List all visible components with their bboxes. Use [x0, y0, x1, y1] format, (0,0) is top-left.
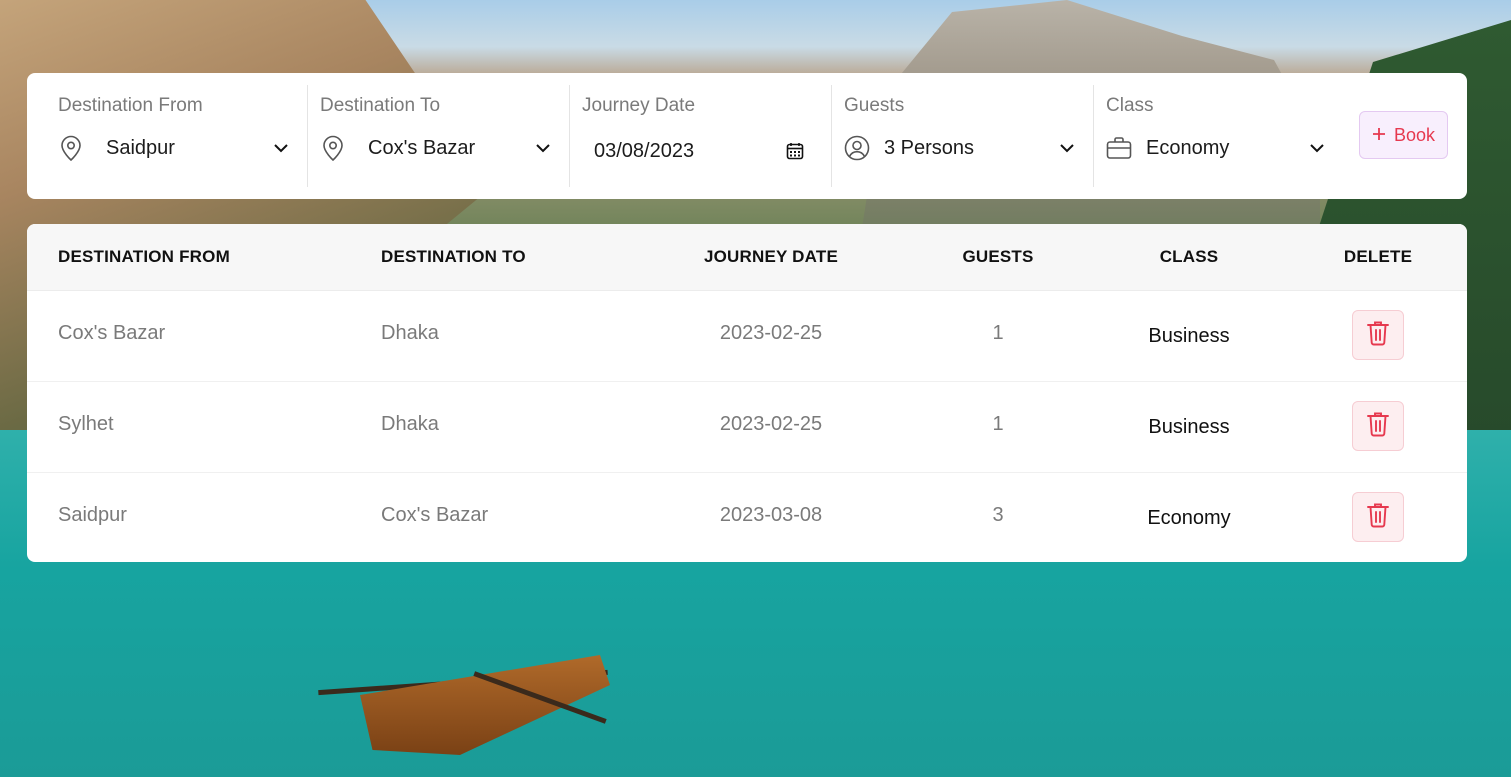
header-delete: DELETE	[1343, 247, 1413, 266]
cell-guests: 1	[992, 413, 1004, 435]
destination-from-select[interactable]: Saidpur	[106, 137, 271, 160]
header-guests: GUESTS	[962, 247, 1034, 266]
cell-from: Cox's Bazar	[58, 322, 166, 344]
destination-from-field[interactable]: Destination From Saidpur	[46, 85, 308, 187]
cell-date: 2023-03-08	[719, 504, 823, 526]
cell-class: Business	[1148, 416, 1230, 438]
cell-date: 2023-02-25	[719, 413, 823, 435]
destination-to-select[interactable]: Cox's Bazar	[368, 137, 533, 160]
cell-guests: 1	[992, 322, 1004, 344]
destination-from-label: Destination From	[58, 95, 203, 116]
cell-to: Cox's Bazar	[381, 504, 489, 526]
trash-icon	[1367, 411, 1389, 442]
cell-from: Saidpur	[58, 504, 127, 526]
header-destination-from: DESTINATION FROM	[58, 247, 230, 266]
journey-date-label: Journey Date	[582, 95, 696, 116]
table-row: Sylhet Dhaka 2023-02-25 1 Business	[27, 382, 1467, 473]
chevron-down-icon[interactable]	[271, 138, 291, 158]
destination-to-label: Destination To	[320, 95, 441, 116]
book-button[interactable]: Book	[1359, 111, 1448, 159]
cell-to: Dhaka	[381, 322, 439, 344]
booking-search-bar: Destination From Saidpur Destination To …	[27, 73, 1467, 199]
header-class: CLASS	[1159, 247, 1219, 266]
location-pin-icon	[320, 135, 346, 161]
cell-from: Sylhet	[58, 413, 114, 435]
class-label: Class	[1106, 95, 1154, 116]
briefcase-icon	[1106, 135, 1132, 161]
delete-button[interactable]	[1352, 401, 1404, 451]
header-journey-date: JOURNEY DATE	[703, 247, 839, 266]
plus-icon	[1372, 125, 1386, 146]
cell-class: Business	[1148, 325, 1230, 347]
cell-to: Dhaka	[381, 413, 439, 435]
trash-icon	[1367, 320, 1389, 351]
trash-icon	[1367, 502, 1389, 533]
class-select[interactable]: Economy	[1146, 137, 1307, 160]
chevron-down-icon[interactable]	[533, 138, 553, 158]
book-button-label: Book	[1393, 124, 1436, 145]
cell-date: 2023-02-25	[719, 322, 823, 344]
delete-button[interactable]	[1352, 492, 1404, 542]
table-row: Saidpur Cox's Bazar 2023-03-08 3 Economy	[27, 473, 1467, 562]
table-row: Cox's Bazar Dhaka 2023-02-25 1 Business	[27, 291, 1467, 382]
guests-field[interactable]: Guests 3 Persons	[832, 85, 1094, 187]
chevron-down-icon[interactable]	[1307, 138, 1327, 158]
class-field[interactable]: Class Economy	[1094, 85, 1343, 187]
guests-label: Guests	[844, 95, 905, 116]
delete-button[interactable]	[1352, 310, 1404, 360]
user-circle-icon	[844, 135, 870, 161]
journey-date-field[interactable]: Journey Date 03/08/2023	[570, 85, 832, 187]
header-destination-to: DESTINATION TO	[381, 247, 526, 266]
location-pin-icon	[58, 135, 84, 161]
journey-date-input[interactable]: 03/08/2023	[594, 140, 785, 163]
calendar-icon[interactable]	[785, 141, 805, 161]
table-header: DESTINATION FROM DESTINATION TO JOURNEY …	[27, 224, 1467, 291]
bookings-table: DESTINATION FROM DESTINATION TO JOURNEY …	[27, 224, 1467, 562]
chevron-down-icon[interactable]	[1057, 138, 1077, 158]
cell-guests: 3	[992, 504, 1004, 526]
cell-class: Economy	[1147, 507, 1231, 529]
guests-select[interactable]: 3 Persons	[884, 137, 1057, 160]
destination-to-field[interactable]: Destination To Cox's Bazar	[308, 85, 570, 187]
